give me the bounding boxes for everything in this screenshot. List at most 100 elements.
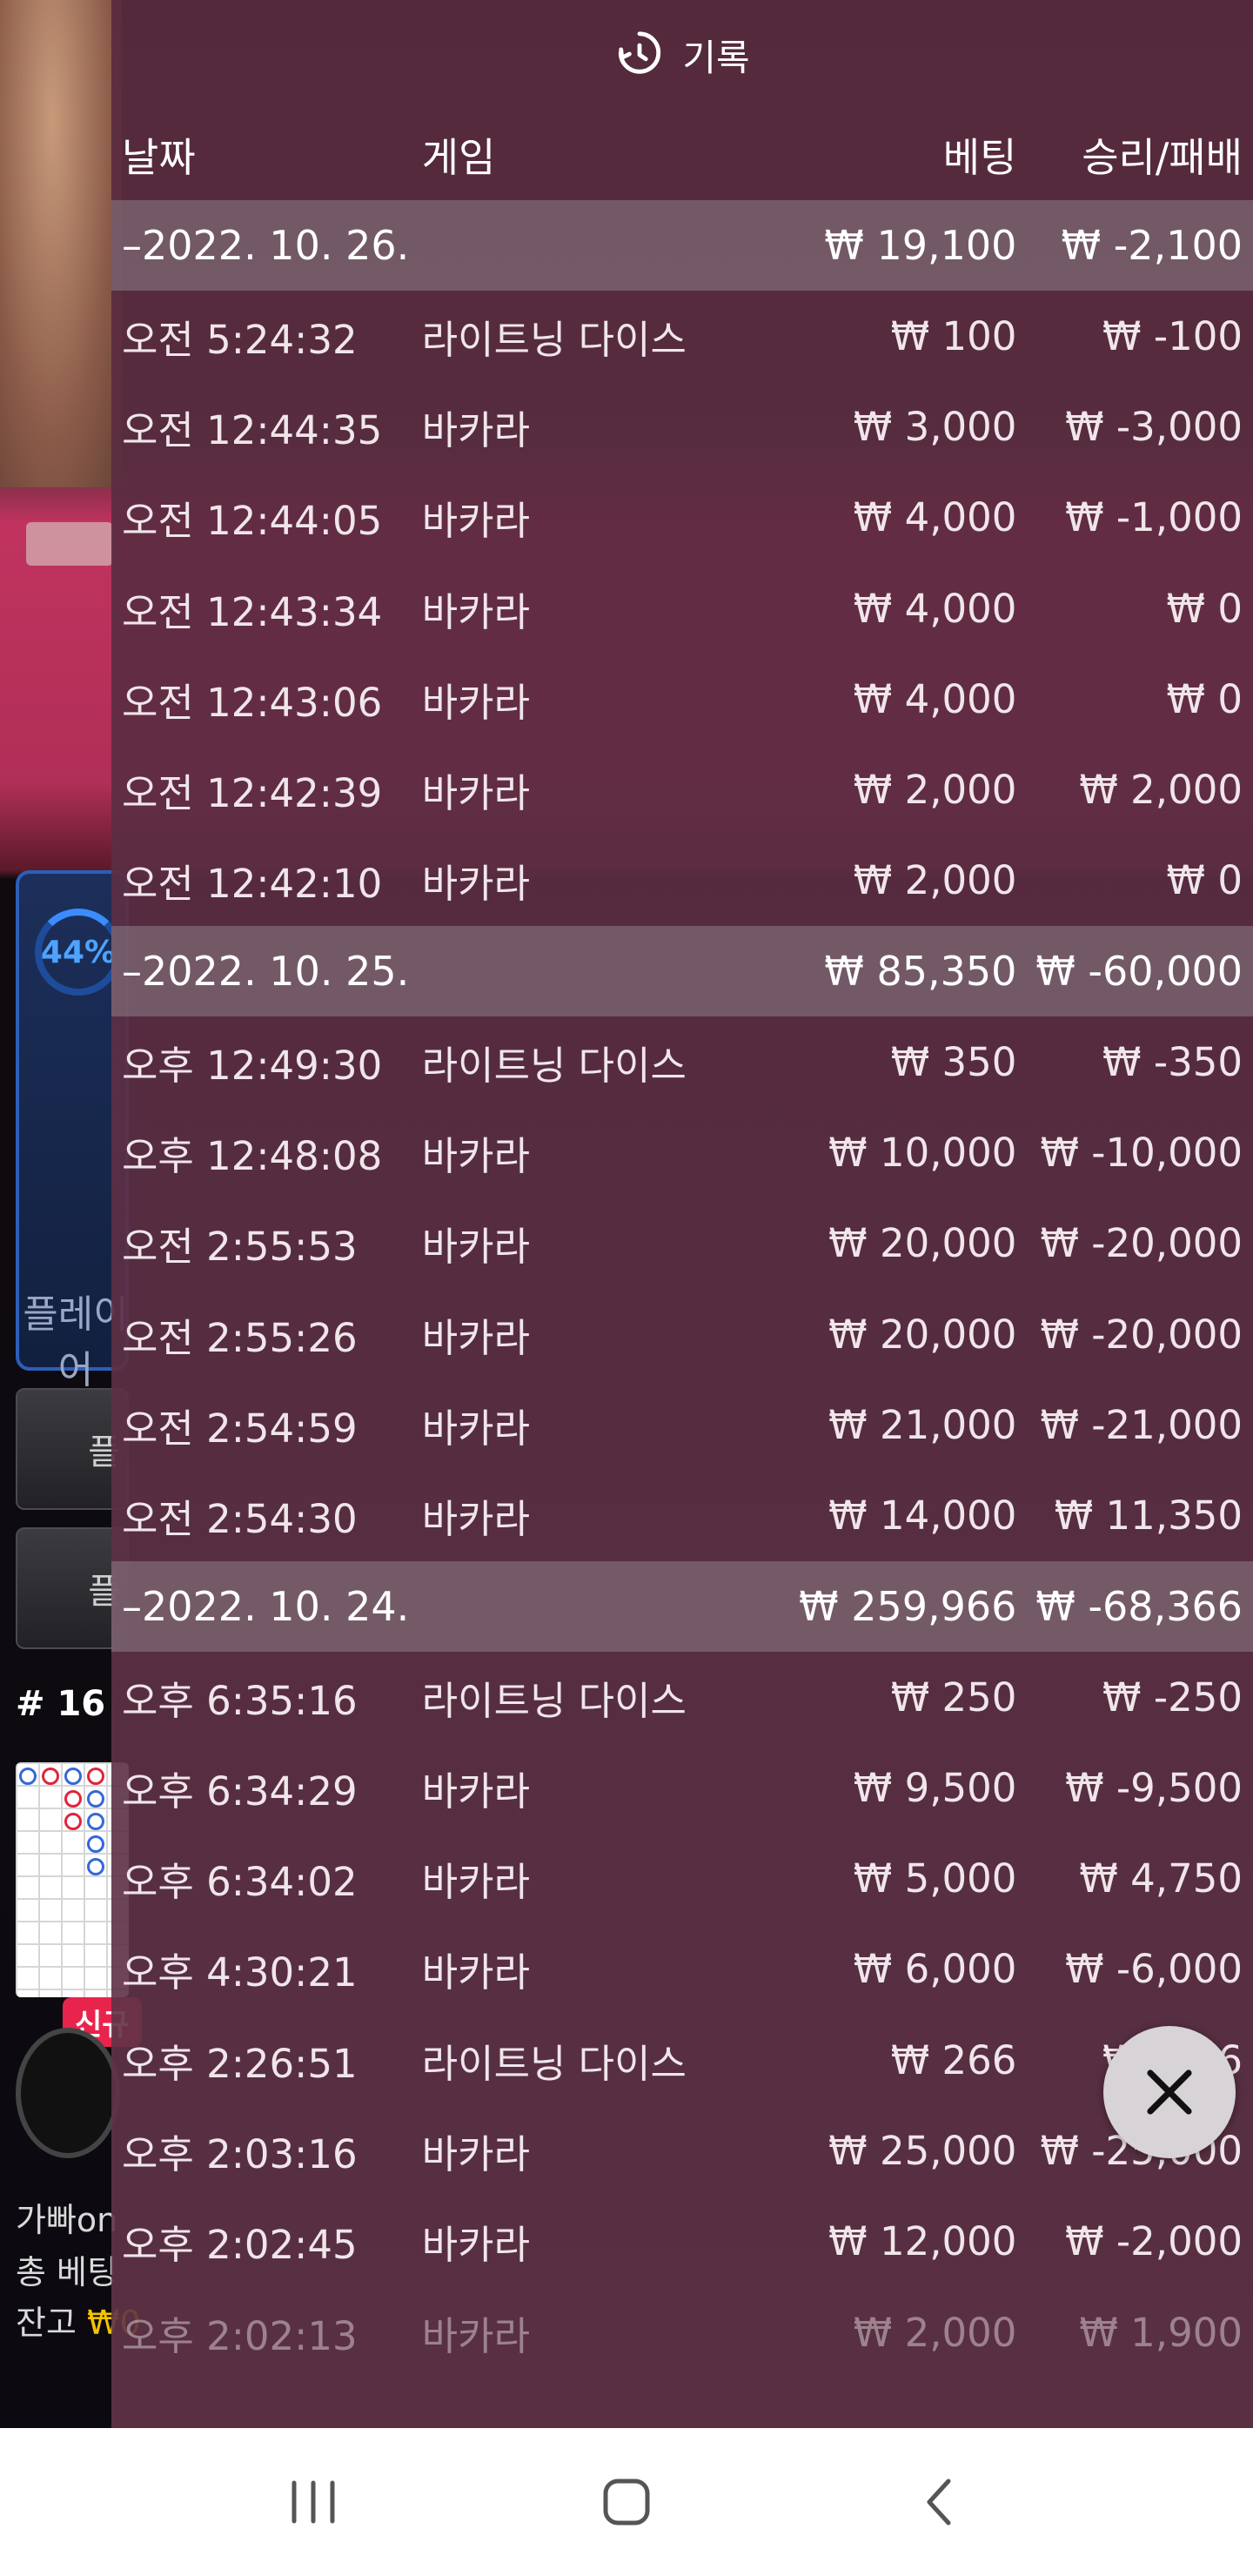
date-group-header[interactable]: –2022. 10. 24. ₩ 259,966 ₩ -68,366 [111,1560,1253,1652]
row-time: 오후 6:34:29 [122,1768,358,1815]
row-win: ₩ -3,000 [1065,403,1243,450]
group-bet-total: ₩ 19,100 [824,222,1017,269]
row-game: 바카라 [421,770,530,817]
row-time: 오후 2:26:51 [122,2040,358,2087]
row-time: 오후 12:49:30 [122,1042,383,1089]
row-bet: ₩ 9,500 [853,1764,1017,1811]
row-time: 오전 2:54:59 [122,1405,358,1452]
date-group-header[interactable]: –2022. 10. 26. ₩ 19,100 ₩ -2,100 [111,200,1253,291]
row-win: ₩ -20,000 [1040,1311,1243,1358]
system-nav-bar [0,2428,1253,2576]
history-row[interactable]: 오후 2:02:13 바카라 ₩ 2,000 ₩ 1,900 [111,2287,1253,2378]
row-time: 오전 2:55:53 [122,1224,358,1271]
close-button[interactable] [1103,2026,1236,2158]
col-game: 게임 [421,134,496,181]
row-time: 오전 12:44:05 [122,498,383,545]
row-time: 오전 12:43:34 [122,588,383,635]
row-game: 바카라 [421,1859,530,1906]
history-row[interactable]: 오후 12:49:30 라이트닝 다이스 ₩ 350 ₩ -350 [111,1016,1253,1107]
history-list[interactable]: –2022. 10. 26. ₩ 19,100 ₩ -2,100 오전 5:24… [111,200,1253,2378]
history-row[interactable]: 오후 2:03:16 바카라 ₩ 25,000 ₩ -25,000 [111,2105,1253,2196]
history-row[interactable]: 오전 12:43:06 바카라 ₩ 4,000 ₩ 0 [111,654,1253,744]
row-game: 라이트닝 다이스 [421,1677,687,1724]
history-row[interactable]: 오후 6:34:02 바카라 ₩ 5,000 ₩ 4,750 [111,1833,1253,1923]
group-win-total: ₩ -60,000 [1035,948,1243,996]
row-game: 바카라 [421,1314,530,1361]
row-game: 바카라 [421,1768,530,1815]
row-game: 바카라 [421,2222,530,2269]
row-game: 바카라 [421,406,530,453]
history-panel: 기록 날짜 게임 베팅 승리/패배 –2022. 10. 26. ₩ 19,10… [111,0,1253,2428]
row-bet: ₩ 4,000 [853,585,1017,632]
road-dot [87,1858,104,1875]
row-win: ₩ 0 [1166,585,1243,632]
history-row[interactable]: 오전 12:44:05 바카라 ₩ 4,000 ₩ -1,000 [111,473,1253,563]
back-button[interactable] [888,2450,992,2554]
row-game: 바카라 [421,588,530,635]
username: 가빠on [16,2201,118,2239]
row-bet: ₩ 5,000 [853,1855,1017,1902]
home-button[interactable] [574,2450,679,2554]
row-bet: ₩ 6,000 [853,1946,1017,1993]
row-bet: ₩ 266 [890,2036,1017,2083]
row-game: 라이트닝 다이스 [421,1042,687,1089]
row-bet: ₩ 2,000 [853,767,1017,814]
history-row[interactable]: 오전 12:43:34 바카라 ₩ 4,000 ₩ 0 [111,563,1253,654]
history-row[interactable]: 오전 12:42:39 바카라 ₩ 2,000 ₩ 2,000 [111,744,1253,835]
card-shoe [26,522,113,566]
row-bet: ₩ 25,000 [828,2127,1017,2174]
group-win-total: ₩ -68,366 [1035,1582,1243,1630]
date-group-header[interactable]: –2022. 10. 25. ₩ 85,350 ₩ -60,000 [111,926,1253,1017]
history-row[interactable]: 오전 2:54:30 바카라 ₩ 14,000 ₩ 11,350 [111,1471,1253,1561]
group-date: –2022. 10. 26. [122,222,410,269]
row-win: ₩ -21,000 [1040,1401,1243,1448]
history-title: 기록 [682,36,750,79]
recents-button[interactable] [261,2450,365,2554]
row-time: 오후 2:02:45 [122,2222,358,2269]
row-win: ₩ -20,000 [1040,1220,1243,1267]
row-bet: ₩ 4,000 [853,494,1017,541]
row-time: 오전 12:43:06 [122,679,383,726]
row-game: 바카라 [421,2312,530,2359]
timer-progress: 44% [35,909,122,996]
history-row[interactable]: 오후 6:35:16 라이트닝 다이스 ₩ 250 ₩ -250 [111,1652,1253,1742]
row-time: 오전 5:24:32 [122,316,358,363]
group-date: –2022. 10. 25. [122,948,410,996]
history-row[interactable]: 오후 4:30:21 바카라 ₩ 6,000 ₩ -6,000 [111,1924,1253,2015]
row-win: ₩ 2,000 [1079,767,1243,814]
history-row[interactable]: 오전 2:55:53 바카라 ₩ 20,000 ₩ -20,000 [111,1198,1253,1289]
road-dot [87,1813,104,1830]
chip-selector[interactable] [16,2028,120,2158]
row-game: 바카라 [421,861,530,908]
row-win: ₩ -6,000 [1065,1946,1243,1993]
road-dot [64,1768,82,1785]
history-row[interactable]: 오후 2:26:51 라이트닝 다이스 ₩ 266 ₩ -266 [111,2015,1253,2105]
row-bet: ₩ 2,000 [853,2309,1017,2356]
row-time: 오후 6:34:02 [122,1859,358,1906]
row-bet: ₩ 21,000 [828,1401,1017,1448]
row-time: 오후 2:02:13 [122,2312,358,2359]
history-column-header: 날짜 게임 베팅 승리/패배 [111,110,1253,200]
history-row[interactable]: 오후 12:48:08 바카라 ₩ 10,000 ₩ -10,000 [111,1107,1253,1197]
row-game: 바카라 [421,1405,530,1452]
history-row[interactable]: 오전 12:44:35 바카라 ₩ 3,000 ₩ -3,000 [111,381,1253,472]
back-icon [927,2479,951,2526]
col-date: 날짜 [122,134,196,181]
history-row[interactable]: 오전 12:42:10 바카라 ₩ 2,000 ₩ 0 [111,835,1253,926]
group-date: –2022. 10. 24. [122,1582,410,1630]
road-dot [87,1768,104,1785]
timer-percent: 44% [40,934,117,970]
history-row[interactable]: 오전 2:54:59 바카라 ₩ 21,000 ₩ -21,000 [111,1379,1253,1470]
row-game: 라이트닝 다이스 [421,316,687,363]
row-win: ₩ 1,900 [1079,2309,1243,2356]
history-row[interactable]: 오후 2:02:45 바카라 ₩ 12,000 ₩ -2,000 [111,2197,1253,2287]
row-win: ₩ -250 [1102,1674,1243,1721]
row-game: 바카라 [421,1133,530,1180]
row-time: 오전 12:42:10 [122,861,383,908]
row-bet: ₩ 2,000 [853,857,1017,904]
history-clock-icon [619,31,661,74]
history-row[interactable]: 오전 2:55:26 바카라 ₩ 20,000 ₩ -20,000 [111,1289,1253,1379]
history-row[interactable]: 오후 6:34:29 바카라 ₩ 9,500 ₩ -9,500 [111,1742,1253,1833]
group-bet-total: ₩ 85,350 [824,948,1017,996]
history-row[interactable]: 오전 5:24:32 라이트닝 다이스 ₩ 100 ₩ -100 [111,291,1253,381]
